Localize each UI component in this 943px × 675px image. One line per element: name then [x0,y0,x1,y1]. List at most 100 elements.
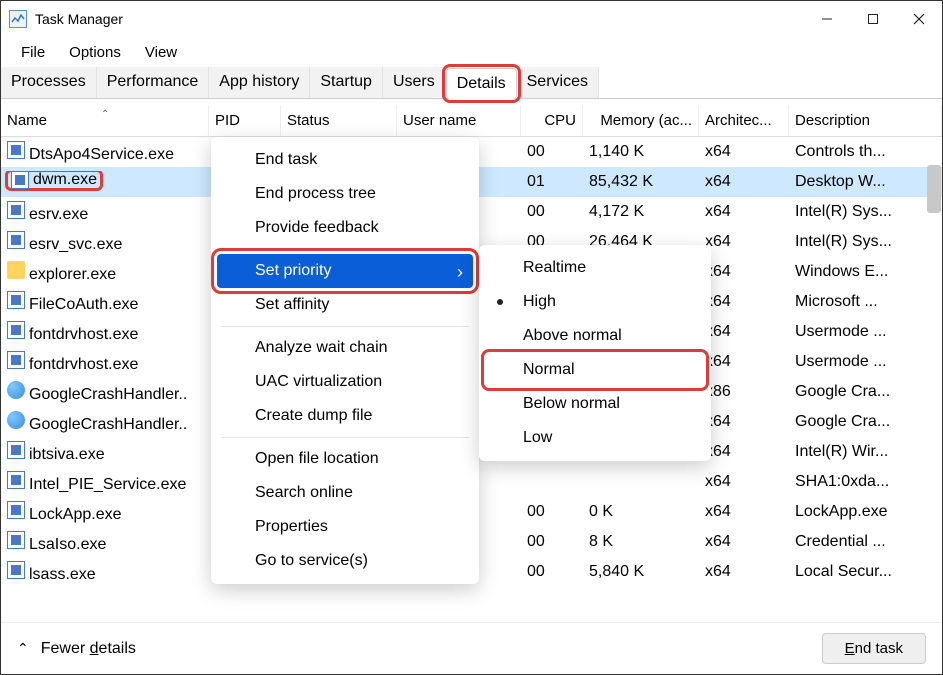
tab-app-history[interactable]: App history [209,67,310,98]
cell-arch: x64 [699,263,789,281]
app-icon [7,321,25,339]
menu-item-end-process-tree[interactable]: End process tree [211,177,479,211]
cell-name: esrv.exe [1,201,209,224]
menu-item-provide-feedback[interactable]: Provide feedback [211,211,479,245]
cell-arch: x64 [699,563,789,581]
cell-cpu: 00 [521,533,583,551]
cell-name: FileCoAuth.exe [1,291,209,314]
cell-arch: x64 [699,293,789,311]
separator [221,326,469,327]
header-description[interactable]: Description [789,105,942,136]
current-indicator-icon [497,299,503,305]
tab-performance[interactable]: Performance [97,67,210,98]
menu-item-end-task[interactable]: End task [211,143,479,177]
cell-name: LockApp.exe [1,501,209,524]
app-icon [7,291,25,309]
app-icon [7,201,25,219]
cell-desc: Intel(R) Sys... [789,203,942,221]
menubar: File Options View [1,37,942,67]
details-content: ⌃ Name PID Status User name CPU Memory (… [1,105,942,603]
close-button[interactable] [896,4,942,34]
header-cpu[interactable]: CPU [521,105,583,136]
app-icon [11,171,29,189]
menu-item-set-priority[interactable]: Set priority [217,254,473,288]
tab-startup[interactable]: Startup [310,67,383,98]
tab-details[interactable]: Details [446,68,517,99]
cell-arch: x64 [699,233,789,251]
header-username[interactable]: User name [397,105,521,136]
app-icon [7,531,25,549]
priority-realtime[interactable]: Realtime [479,251,711,285]
app-icon [9,10,27,28]
cell-desc: Intel(R) Sys... [789,233,942,251]
minimize-button[interactable] [804,4,850,34]
cell-desc: Controls th... [789,143,942,161]
menu-item-uac-virtualization[interactable]: UAC virtualization [211,365,479,399]
updater-icon [7,381,25,399]
tab-bar: ProcessesPerformanceApp historyStartupUs… [1,67,942,99]
maximize-button[interactable] [850,4,896,34]
chevron-up-icon[interactable]: ⌃ [17,640,29,657]
priority-submenu: RealtimeHighAbove normalNormalBelow norm… [479,245,711,461]
cell-cpu: 00 [521,563,583,581]
cell-name: dwm.exe [1,171,209,194]
menu-item-create-dump-file[interactable]: Create dump file [211,399,479,433]
app-icon [7,441,25,459]
tab-services[interactable]: Services [517,67,599,98]
cell-arch: x64 [699,503,789,521]
menu-item-go-to-service-s-[interactable]: Go to service(s) [211,544,479,578]
header-pid[interactable]: PID [209,105,281,136]
window-controls [804,4,942,34]
cell-desc: SHA1:0xda... [789,473,942,491]
vertical-scrollbar[interactable] [927,165,941,213]
header-status[interactable]: Status [281,105,397,136]
app-icon [7,231,25,249]
end-task-button[interactable]: End task [822,633,926,664]
cell-desc: Google Cra... [789,413,942,431]
cell-desc: Local Secur... [789,563,942,581]
priority-low[interactable]: Low [479,421,711,455]
cell-arch: x64 [699,413,789,431]
menu-item-search-online[interactable]: Search online [211,476,479,510]
priority-above-normal[interactable]: Above normal [479,319,711,353]
menu-options[interactable]: Options [59,42,131,63]
cell-desc: Microsoft ... [789,293,942,311]
menu-item-properties[interactable]: Properties [211,510,479,544]
cell-name: Intel_PIE_Service.exe [1,471,209,494]
app-icon [7,141,25,159]
cell-mem: 4,172 K [583,203,699,221]
menu-view[interactable]: View [135,42,187,63]
cell-mem: 8 K [583,533,699,551]
cell-desc: Desktop W... [789,173,942,191]
footer: ⌃ Fewer details End task [1,622,942,674]
priority-normal[interactable]: Normal [485,353,705,387]
menu-item-open-file-location[interactable]: Open file location [211,442,479,476]
cell-name: fontdrvhost.exe [1,351,209,374]
cell-desc: LockApp.exe [789,503,942,521]
cell-cpu: 00 [521,203,583,221]
cell-name: LsaIso.exe [1,531,209,554]
menu-item-analyze-wait-chain[interactable]: Analyze wait chain [211,331,479,365]
column-headers: ⌃ Name PID Status User name CPU Memory (… [1,105,942,137]
cell-name: lsass.exe [1,561,209,584]
tab-users[interactable]: Users [383,67,446,98]
fewer-details-link[interactable]: Fewer details [41,640,136,658]
priority-high[interactable]: High [479,285,711,319]
header-architecture[interactable]: Architec... [699,105,789,136]
cell-desc: Usermode ... [789,323,942,341]
window-title: Task Manager [35,11,123,27]
cell-mem: 5,840 K [583,563,699,581]
header-memory[interactable]: Memory (ac... [583,105,699,136]
cell-desc: Usermode ... [789,353,942,371]
cell-arch: x64 [699,443,789,461]
cell-name: explorer.exe [1,261,209,284]
tab-processes[interactable]: Processes [1,67,97,98]
cell-arch: x86 [699,383,789,401]
priority-below-normal[interactable]: Below normal [479,387,711,421]
cell-name: esrv_svc.exe [1,231,209,254]
menu-item-set-affinity[interactable]: Set affinity [211,288,479,322]
cell-mem: 85,432 K [583,173,699,191]
menu-file[interactable]: File [11,42,55,63]
cell-name: ibtsiva.exe [1,441,209,464]
cell-name: fontdrvhost.exe [1,321,209,344]
